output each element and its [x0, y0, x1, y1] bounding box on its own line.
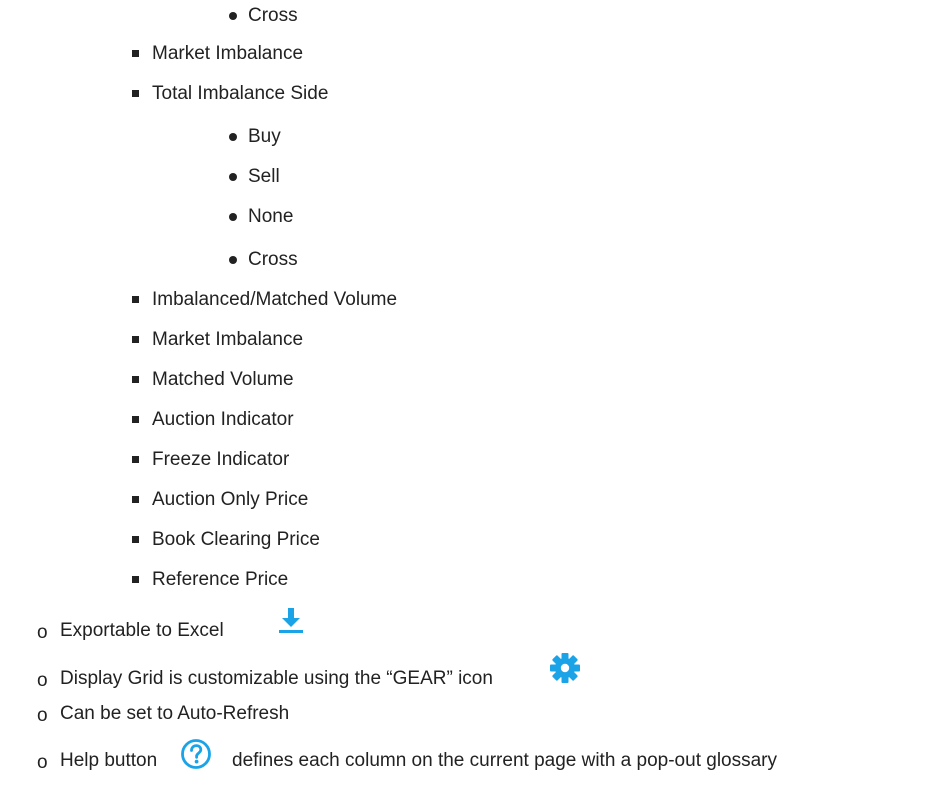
bullet-square [132, 50, 139, 57]
list-item-text: Freeze Indicator [152, 449, 290, 470]
list-item-text: Sell [248, 166, 280, 187]
bullet-dot [229, 256, 237, 264]
bullet-square [132, 576, 139, 583]
list-item-text: Market Imbalance [152, 43, 304, 64]
help-icon[interactable] [180, 738, 212, 770]
bullet-square [132, 296, 139, 303]
list-item-text: Exportable to Excel [60, 620, 224, 641]
list-item-text: Display Grid is customizable using the “… [60, 668, 493, 689]
list-item-text: Book Clearing Price [152, 529, 320, 550]
bullet-dot [229, 213, 237, 221]
list-item-text: Matched Volume [152, 369, 294, 390]
list-item-text: Buy [248, 126, 281, 147]
bullet-circle: o [37, 622, 48, 643]
bullet-square [132, 496, 139, 503]
bullet-square [132, 90, 139, 97]
bullet-dot [229, 133, 237, 141]
help-description: defines each column on the current page … [232, 750, 777, 771]
gear-icon[interactable] [548, 651, 582, 685]
download-icon[interactable] [278, 607, 304, 635]
list-item-text: Auction Only Price [152, 489, 309, 510]
bullet-circle: o [37, 705, 48, 726]
bullet-circle: o [37, 752, 48, 773]
list-item-text: None [248, 206, 294, 227]
list-item-text: Reference Price [152, 569, 289, 590]
bullet-square [132, 456, 139, 463]
bullet-dot [229, 173, 237, 181]
bullet-square [132, 416, 139, 423]
bullet-square [132, 336, 139, 343]
list-item-text: Can be set to Auto-Refresh [60, 703, 290, 724]
bullet-dot [229, 12, 237, 20]
list-item-text: Auction Indicator [152, 409, 294, 430]
bullet-circle: o [37, 670, 48, 691]
bullet-square [132, 536, 139, 543]
list-item-text: Help button [60, 750, 158, 771]
list-item-text: Cross [248, 249, 298, 270]
list-item-text: Market Imbalance [152, 329, 304, 350]
bullet-square [132, 376, 139, 383]
list-item-text: Cross [248, 5, 298, 26]
list-item-text: Imbalanced/Matched Volume [152, 289, 398, 310]
list-item-text: Total Imbalance Side [152, 83, 329, 104]
